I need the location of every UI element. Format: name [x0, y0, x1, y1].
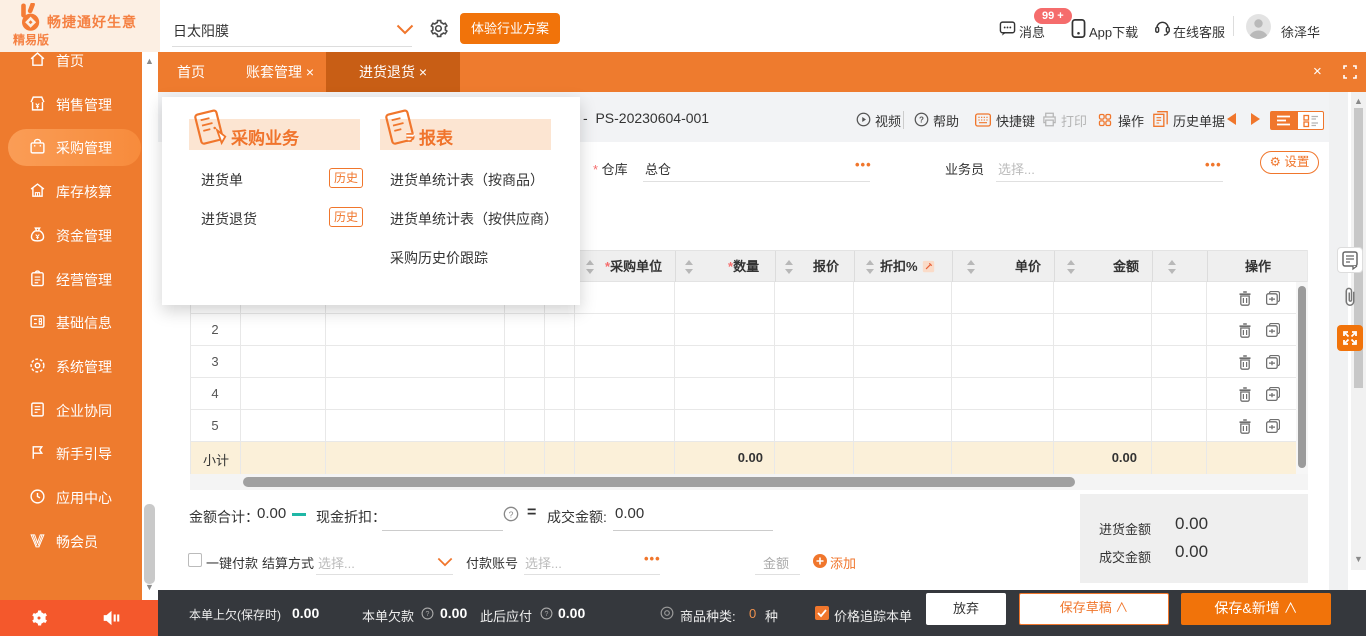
svg-text:?: ? [919, 116, 924, 125]
svg-text:?: ? [509, 509, 514, 519]
svg-text:?: ? [545, 611, 549, 618]
svg-text:?: ? [426, 611, 430, 618]
